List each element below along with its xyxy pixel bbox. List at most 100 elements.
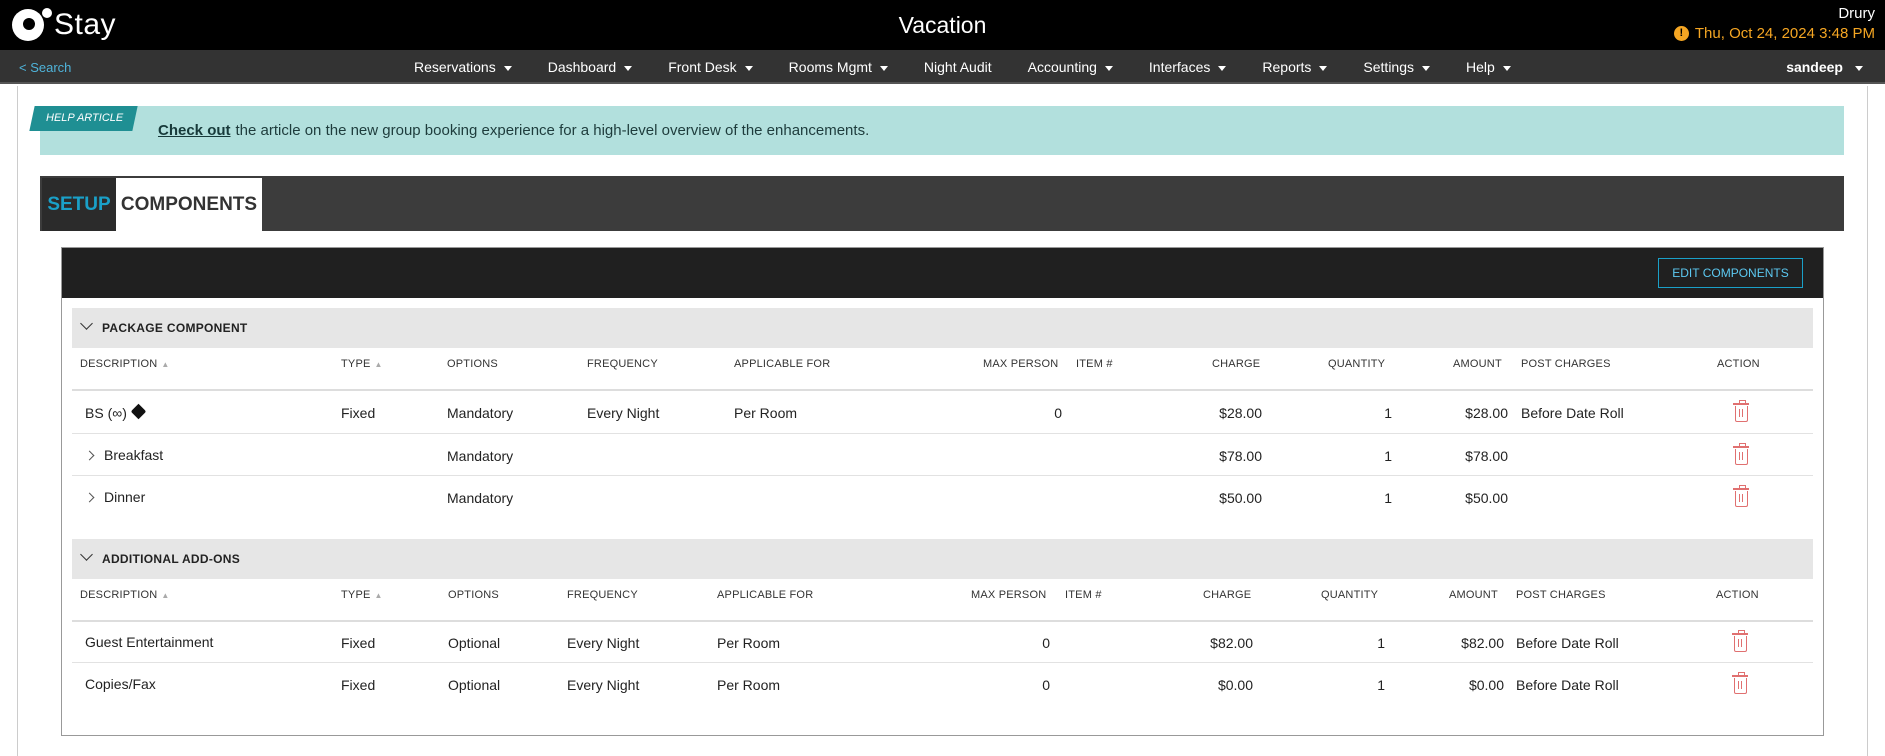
row-max-person: 0 — [1042, 677, 1050, 693]
col-label: TYPE — [341, 589, 371, 601]
chevron-right-icon[interactable] — [84, 450, 95, 461]
col-frequency: FREQUENCY — [587, 358, 658, 370]
delete-trash-icon[interactable] — [1732, 672, 1748, 694]
datetime-text: Thu, Oct 24, 2024 3:48 PM — [1694, 25, 1875, 42]
row-charge: $0.00 — [1217, 677, 1253, 693]
trash-lines — [1739, 494, 1743, 502]
col-description[interactable]: DESCRIPTION ▲ — [80, 358, 170, 370]
user-menu[interactable]: sandeep — [1786, 59, 1863, 75]
sort-icon: ▲ — [161, 359, 170, 369]
col-post-charges: POST CHARGES — [1521, 358, 1611, 370]
nav-rooms-mgmt[interactable]: Rooms Mgmt — [789, 59, 888, 75]
help-article-tag: HELP ARTICLE — [29, 106, 138, 131]
row-post-charges: Before Date Roll — [1521, 405, 1624, 421]
row-options: Optional — [448, 635, 501, 651]
col-charge: CHARGE — [1212, 358, 1261, 370]
package-component-section-header[interactable]: PACKAGE COMPONENT — [72, 308, 1813, 348]
help-check-out-link[interactable]: Check out — [158, 122, 231, 139]
nav-reports[interactable]: Reports — [1262, 59, 1328, 75]
row-type: Fixed — [341, 405, 376, 421]
caret-down-icon — [879, 65, 888, 71]
nav-label: Reservations — [414, 59, 496, 75]
top-header: Stay Vacation Drury ! Thu, Oct 24, 2024 … — [0, 0, 1885, 50]
row-max-person: 0 — [1054, 405, 1062, 421]
sort-icon: ▲ — [374, 590, 383, 600]
edit-components-button[interactable]: EDIT COMPONENTS — [1658, 258, 1803, 288]
col-description[interactable]: DESCRIPTION ▲ — [80, 589, 170, 601]
row-type: Fixed — [341, 635, 376, 651]
delete-trash-icon[interactable] — [1732, 630, 1748, 652]
col-frequency: FREQUENCY — [567, 589, 638, 601]
nav-dashboard[interactable]: Dashboard — [548, 59, 633, 75]
caret-down-icon — [1104, 65, 1113, 71]
nav-label: Dashboard — [547, 59, 617, 75]
warning-icon: ! — [1673, 26, 1689, 41]
delete-trash-icon[interactable] — [1733, 400, 1749, 422]
row-divider — [72, 433, 1813, 434]
delete-trash-icon[interactable] — [1733, 485, 1749, 507]
trash-lines — [1739, 409, 1743, 417]
section-title: PACKAGE COMPONENT — [102, 321, 248, 335]
delete-trash-icon[interactable] — [1733, 443, 1749, 465]
nav-label: Front Desk — [668, 59, 737, 75]
header-divider — [72, 389, 1813, 391]
nav-interfaces[interactable]: Interfaces — [1148, 59, 1227, 75]
row-amount: $28.00 — [1465, 405, 1508, 421]
nav-night-audit[interactable]: Night Audit — [924, 59, 992, 75]
row-options: Mandatory — [447, 448, 514, 464]
nav-front-desk[interactable]: Front Desk — [668, 59, 753, 75]
col-type[interactable]: TYPE ▲ — [341, 358, 383, 370]
row-options: Mandatory — [447, 405, 514, 421]
caret-down-icon — [1502, 65, 1511, 71]
nav-label: Accounting — [1027, 59, 1097, 75]
additional-addons-section-header[interactable]: ADDITIONAL ADD-ONS — [72, 539, 1813, 579]
row-applicable-for: Per Room — [717, 677, 781, 693]
page-frame-right — [1867, 86, 1868, 756]
nav-help[interactable]: Help — [1466, 59, 1511, 75]
row-applicable-for: Per Room — [734, 405, 798, 421]
caret-down-icon — [1319, 65, 1328, 71]
row-charge: $82.00 — [1210, 635, 1253, 651]
hotel-title: Vacation — [898, 12, 987, 38]
col-quantity: QUANTITY — [1328, 358, 1386, 370]
row-amount: $50.00 — [1465, 490, 1508, 506]
chevron-right-icon[interactable] — [84, 492, 95, 503]
nav-label: Interfaces — [1148, 59, 1211, 75]
package-panel: SETUP COMPONENTS EDIT COMPONENTS PACKAGE… — [40, 176, 1844, 756]
col-charge: CHARGE — [1203, 589, 1252, 601]
nav-menu: Reservations Dashboard Front Desk Rooms … — [414, 59, 1547, 75]
row-quantity: 1 — [1377, 677, 1385, 693]
row-charge: $78.00 — [1219, 448, 1262, 464]
description-text: BS (∞) — [85, 405, 127, 421]
main-navbar: < Search Reservations Dashboard Front De… — [0, 50, 1885, 84]
caret-down-icon — [503, 65, 512, 71]
row-charge: $50.00 — [1219, 490, 1262, 506]
tab-components[interactable]: COMPONENTS — [116, 178, 262, 231]
col-max-person: MAX PERSON — [971, 589, 1047, 601]
nav-reservations[interactable]: Reservations — [414, 59, 512, 75]
components-box: EDIT COMPONENTS PACKAGE COMPONENT DESCRI… — [61, 247, 1824, 736]
user-block: Drury ! Thu, Oct 24, 2024 3:48 PM — [1673, 5, 1875, 42]
chevron-down-icon — [80, 317, 93, 330]
row-description: Guest Entertainment — [85, 634, 214, 650]
caret-down-icon — [1218, 65, 1227, 71]
nav-label: Help — [1466, 59, 1495, 75]
row-options: Mandatory — [447, 490, 514, 506]
col-label: DESCRIPTION — [80, 358, 158, 370]
nav-settings[interactable]: Settings — [1363, 59, 1431, 75]
row-frequency: Every Night — [587, 405, 660, 421]
row-description: Copies/Fax — [85, 676, 156, 692]
tab-setup[interactable]: SETUP — [42, 178, 116, 231]
row-divider — [72, 662, 1813, 663]
help-tag-label: HELP ARTICLE — [46, 112, 124, 124]
nav-label: Settings — [1363, 59, 1415, 75]
row-description: Breakfast — [104, 447, 164, 463]
row-amount: $0.00 — [1468, 677, 1504, 693]
col-type[interactable]: TYPE ▲ — [341, 589, 383, 601]
col-action: ACTION — [1717, 358, 1760, 370]
nav-accounting[interactable]: Accounting — [1028, 59, 1113, 75]
search-link[interactable]: < Search — [19, 60, 71, 75]
sort-icon: ▲ — [161, 590, 170, 600]
caret-down-icon — [1855, 65, 1863, 71]
page-frame-left — [17, 86, 18, 756]
